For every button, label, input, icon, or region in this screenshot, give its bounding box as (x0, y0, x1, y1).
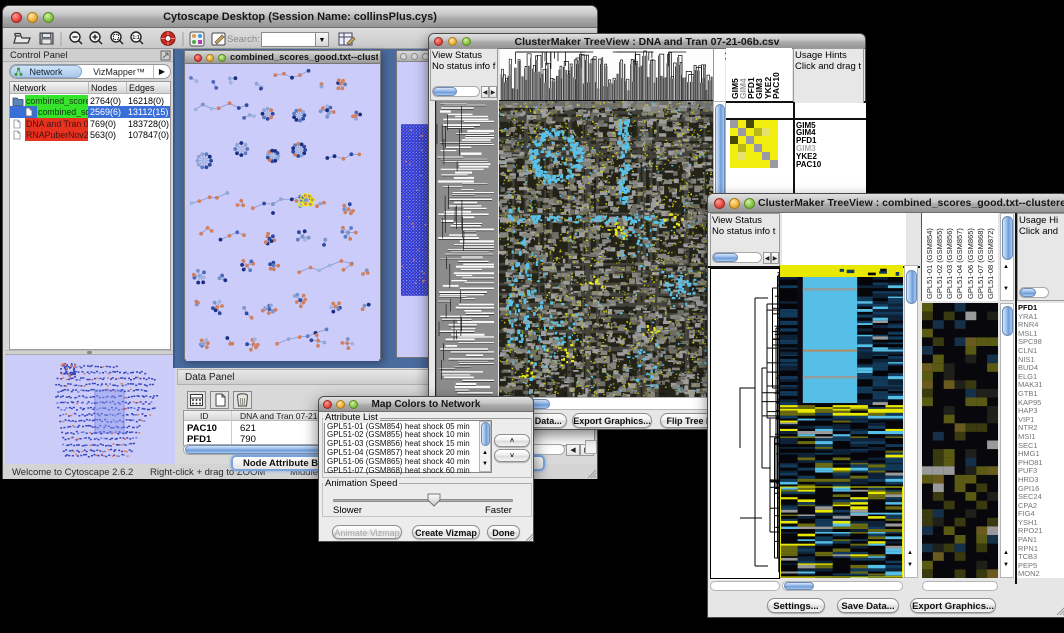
svg-text:Search:: Search: (227, 34, 260, 45)
svg-text:1:1: 1:1 (132, 35, 139, 41)
